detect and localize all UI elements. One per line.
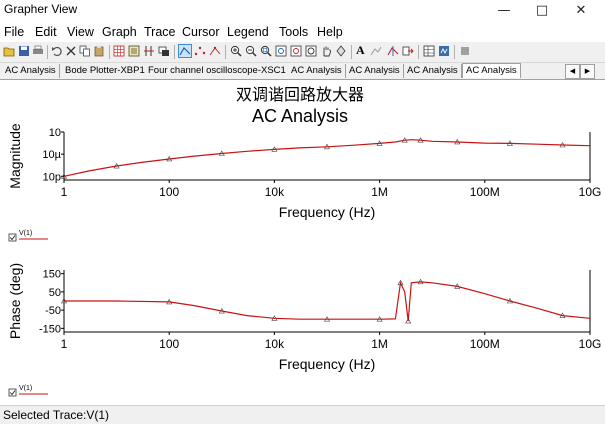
legend-checkbox-icon[interactable] — [8, 233, 17, 242]
menu-graph[interactable]: Graph — [102, 25, 137, 39]
undo-icon[interactable] — [51, 45, 63, 57]
x-tick-label: 100 — [159, 337, 179, 351]
tab-scroll-right-icon[interactable]: ▶ — [580, 64, 595, 79]
maximize-icon[interactable]: □ — [522, 0, 562, 21]
x-axis-label: Frequency (Hz) — [279, 204, 375, 220]
toolbar-separator — [454, 45, 455, 59]
pan-icon[interactable] — [320, 45, 332, 57]
y-tick-label: 150 — [43, 269, 61, 281]
zoom-area-icon[interactable] — [260, 45, 272, 57]
tab-oscilloscope[interactable]: Four channel oscilloscope-XSC1 — [145, 64, 290, 78]
export-excel-icon[interactable] — [423, 45, 435, 57]
grid-toggle-icon[interactable] — [113, 45, 125, 57]
zoom-x-icon[interactable] — [275, 45, 287, 57]
y-tick-label: 10µ — [42, 149, 61, 161]
tab-ac-analysis-1[interactable]: AC Analysis — [2, 64, 60, 78]
tab-scroll-left-icon[interactable]: ◀ — [565, 64, 580, 79]
legend-entry-magnitude[interactable]: V(1) — [8, 230, 48, 242]
graph-area[interactable]: 双调谐回路放大器 AC Analysis 1 100 10k 1M 100M 10G 10p… — [0, 80, 605, 405]
x-tick-label: 1 — [61, 337, 68, 351]
copy-icon[interactable] — [79, 45, 91, 57]
tab-bar: AC Analysis Bode Plotter-XBP1 Four chann… — [0, 63, 605, 80]
print-icon[interactable] — [32, 45, 44, 57]
toolbar-separator — [418, 45, 419, 59]
x-axis-label: Frequency (Hz) — [279, 356, 375, 372]
tab-ac-analysis-3[interactable]: AC Analysis — [346, 64, 404, 78]
x-tick-label: 100 — [159, 185, 179, 199]
zoom-out-icon[interactable] — [245, 45, 257, 57]
y-axis-label: Phase (deg) — [7, 263, 23, 339]
x-tick-label: 10k — [265, 337, 285, 351]
toolbar-separator — [174, 45, 175, 59]
x-tick-label: 10k — [265, 185, 285, 199]
toolbar-separator — [47, 45, 48, 59]
legend-entry-phase[interactable]: V(1) — [8, 385, 48, 397]
x-tick-label: 10G — [579, 185, 602, 199]
points-plot-icon[interactable] — [194, 45, 206, 57]
legend-toggle-icon[interactable] — [128, 45, 140, 57]
legend-checkbox-icon[interactable] — [8, 388, 17, 397]
cut-icon[interactable] — [65, 45, 77, 57]
save-icon[interactable] — [18, 45, 30, 57]
phase-trace-line — [64, 280, 591, 322]
tab-ac-analysis-2[interactable]: AC Analysis — [288, 64, 346, 78]
menu-help[interactable]: Help — [317, 25, 343, 39]
legend-trace-label: V(1) — [19, 385, 32, 392]
cursor-menu-icon[interactable] — [387, 45, 399, 57]
toolbar-separator — [351, 45, 352, 59]
zoom-y-icon[interactable] — [290, 45, 302, 57]
close-icon[interactable]: ✕ — [561, 0, 601, 21]
export-icon[interactable] — [402, 45, 414, 57]
legend-trace-label: V(1) — [19, 230, 32, 237]
tab-ac-analysis-active[interactable]: AC Analysis — [462, 63, 521, 78]
line-plot-icon[interactable] — [178, 44, 192, 58]
zoom-in-icon[interactable] — [230, 45, 242, 57]
y-tick-label: -150 — [39, 323, 61, 335]
minimize-icon[interactable]: — — [484, 0, 524, 21]
paste-icon[interactable] — [93, 45, 105, 57]
trace-properties-icon[interactable] — [370, 45, 382, 57]
menu-trace[interactable]: Trace — [144, 25, 176, 39]
menu-tools[interactable]: Tools — [279, 25, 308, 39]
y-axis-label: Magnitude — [7, 123, 23, 189]
toolbar: A — [0, 42, 605, 63]
marker-icon[interactable] — [335, 45, 347, 57]
x-tick-label: 100M — [470, 337, 500, 351]
y-tick-label: -50 — [45, 305, 61, 317]
tab-ac-analysis-4[interactable]: AC Analysis — [404, 64, 462, 78]
x-tick-label: 1 — [61, 185, 68, 199]
x-tick-label: 10G — [579, 337, 602, 351]
zoom-full-icon[interactable] — [305, 45, 317, 57]
export-mathcad-icon[interactable] — [438, 45, 450, 57]
font-icon[interactable]: A — [356, 43, 368, 57]
graph-title-chinese: 双调谐回路放大器 — [236, 85, 364, 104]
x-tick-label: 1M — [371, 185, 388, 199]
x-tick-label: 100M — [470, 185, 500, 199]
menu-file[interactable]: File — [4, 25, 24, 39]
stop-icon[interactable] — [459, 45, 471, 57]
open-icon[interactable] — [3, 45, 15, 57]
toolbar-separator — [109, 45, 110, 59]
menu-legend[interactable]: Legend — [227, 25, 269, 39]
cursors-toggle-icon[interactable] — [143, 45, 155, 57]
title-bar: Grapher View — □ ✕ — [0, 0, 605, 21]
x-tick-label: 1M — [371, 337, 388, 351]
menu-bar: File Edit View Graph Trace Cursor Legend… — [0, 22, 605, 42]
y-tick-label: 10p — [43, 171, 61, 183]
menu-edit[interactable]: Edit — [35, 25, 57, 39]
line-points-plot-icon[interactable] — [209, 45, 221, 57]
y-tick-label: 10 — [49, 127, 61, 139]
menu-view[interactable]: View — [67, 25, 94, 39]
window-title: Grapher View — [4, 2, 78, 16]
chart-panels: 1 100 10k 1M 100M 10G 10p 10µ 10 Frequency (Hz) Ma… — [7, 123, 601, 372]
overlay-traces-icon[interactable] — [158, 45, 170, 57]
graph-title: AC Analysis — [252, 106, 348, 126]
tab-bode-plotter[interactable]: Bode Plotter-XBP1 — [62, 64, 149, 78]
status-text: Selected Trace:V(1) — [3, 408, 110, 422]
y-tick-label: 50 — [49, 287, 61, 299]
status-bar: Selected Trace:V(1) — [0, 405, 605, 424]
menu-cursor[interactable]: Cursor — [182, 25, 220, 39]
toolbar-separator — [225, 45, 226, 59]
